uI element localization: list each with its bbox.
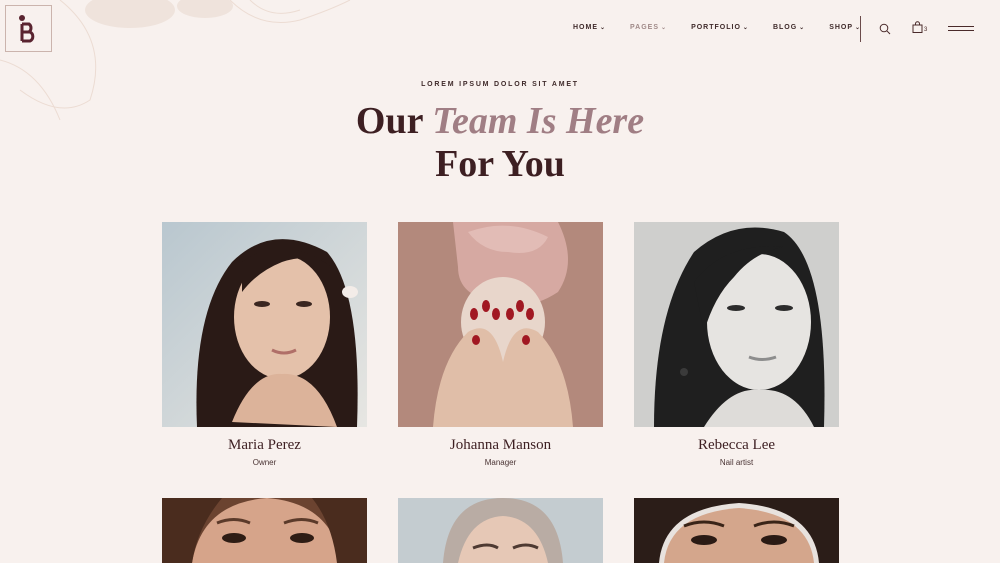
shopping-bag-icon bbox=[912, 21, 923, 33]
nav-pages[interactable]: PAGES ⌄ bbox=[630, 24, 667, 31]
search-button[interactable] bbox=[879, 23, 891, 35]
cart-count: 3 bbox=[924, 27, 928, 33]
team-member-role: Owner bbox=[252, 458, 277, 467]
team-card[interactable] bbox=[398, 498, 603, 563]
team-member-role: Nail artist bbox=[719, 458, 754, 467]
nav-blog[interactable]: BLOG ⌄ bbox=[773, 24, 805, 31]
portrait-image bbox=[398, 222, 603, 427]
team-card[interactable]: Rebecca Lee Nail artist bbox=[634, 222, 839, 467]
team-card[interactable]: Maria Perez Owner bbox=[162, 222, 367, 467]
portrait-image bbox=[162, 498, 367, 563]
brand-logo[interactable] bbox=[5, 5, 52, 52]
team-photo[interactable] bbox=[162, 222, 367, 427]
portrait-image bbox=[634, 498, 839, 563]
team-photo[interactable] bbox=[634, 498, 839, 563]
team-card[interactable] bbox=[634, 498, 839, 563]
team-member-name[interactable]: Johanna Manson bbox=[398, 437, 603, 454]
portrait-image bbox=[634, 222, 839, 427]
team-member-name[interactable]: Rebecca Lee bbox=[634, 437, 839, 454]
team-card[interactable] bbox=[162, 498, 367, 563]
header-divider bbox=[860, 16, 861, 42]
title-part-1: Our bbox=[355, 100, 433, 142]
section-eyebrow: LOREM IPSUM DOLOR SIT AMET bbox=[421, 81, 579, 88]
portrait-image bbox=[398, 498, 603, 563]
logo-mark-icon bbox=[18, 14, 34, 42]
nav-portfolio[interactable]: PORTFOLIO ⌄ bbox=[691, 24, 749, 31]
section-title: Our Team Is Here For You bbox=[0, 100, 1000, 186]
main-nav: HOME ⌄ PAGES ⌄ PORTFOLIO ⌄ BLOG ⌄ SHOP ⌄ bbox=[573, 24, 885, 31]
search-icon bbox=[879, 23, 891, 35]
title-accent: Team Is Here bbox=[432, 100, 645, 142]
menu-line-top bbox=[948, 26, 974, 27]
team-photo[interactable] bbox=[634, 222, 839, 427]
team-member-name[interactable]: Maria Perez bbox=[162, 437, 367, 454]
team-photo[interactable] bbox=[162, 498, 367, 563]
nav-shop[interactable]: SHOP ⌄ bbox=[829, 24, 861, 31]
title-line-2: For You bbox=[435, 143, 565, 185]
team-photo[interactable] bbox=[398, 222, 603, 427]
cart-button[interactable]: 3 bbox=[912, 21, 927, 33]
team-photo[interactable] bbox=[398, 498, 603, 563]
menu-line-bottom bbox=[948, 30, 974, 31]
team-card[interactable]: Johanna Manson Manager bbox=[398, 222, 603, 467]
menu-button[interactable] bbox=[948, 24, 974, 33]
nav-home[interactable]: HOME ⌄ bbox=[573, 24, 606, 31]
team-member-role: Manager bbox=[484, 458, 517, 467]
portrait-image bbox=[162, 222, 367, 427]
